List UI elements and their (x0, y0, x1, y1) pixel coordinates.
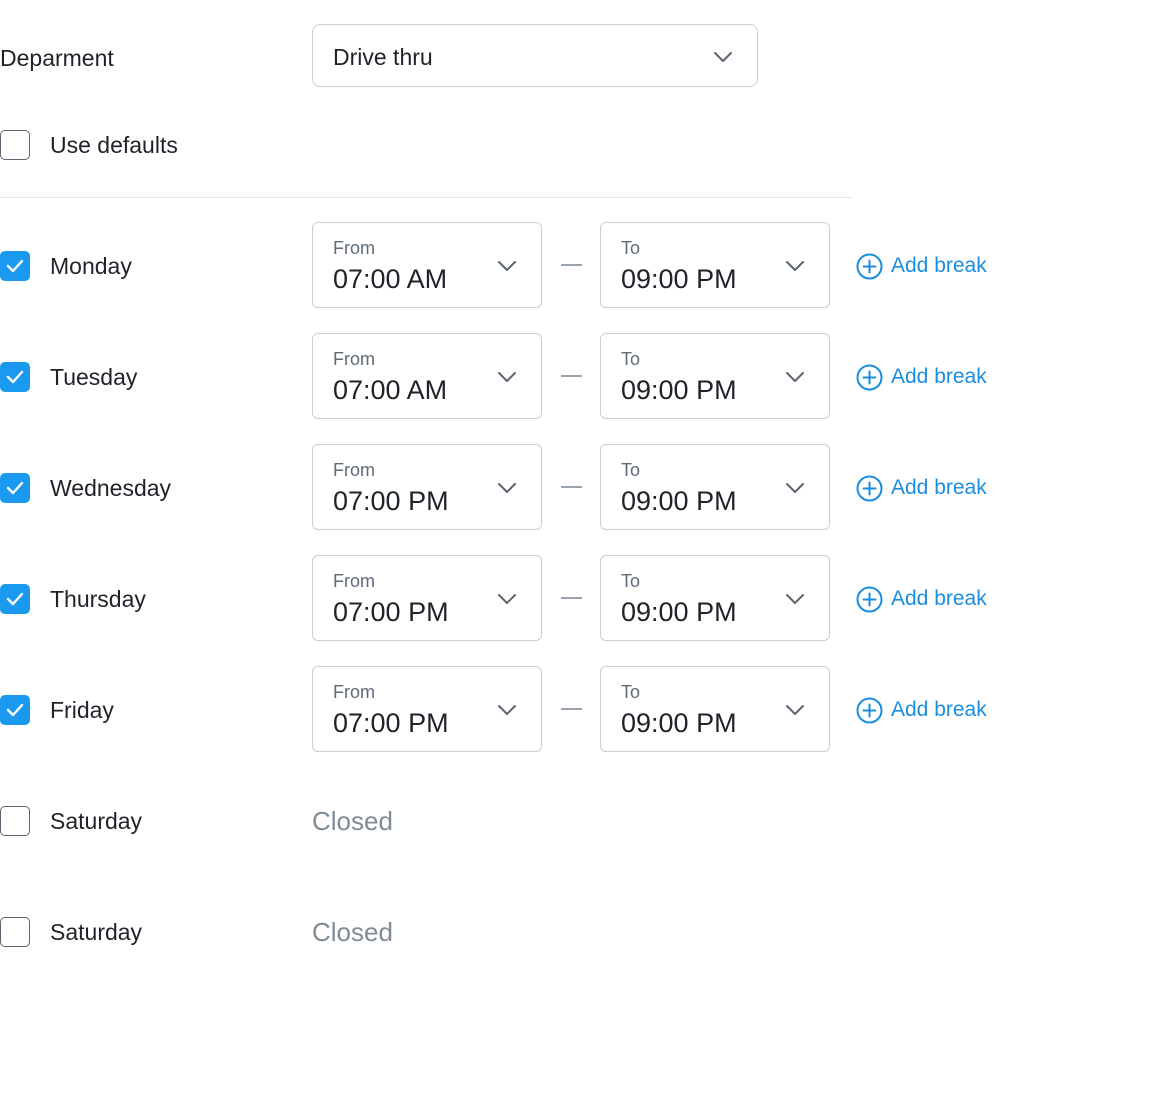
add-break-label: Add break (891, 254, 987, 277)
department-selected-value: Drive thru (333, 44, 433, 70)
checkmark-icon (6, 592, 24, 606)
chevron-down-icon (786, 372, 804, 382)
friday-to-value: 09:00 PM (621, 708, 737, 738)
chevron-down-icon (786, 594, 804, 604)
checkmark-icon (6, 370, 24, 384)
friday-from-select[interactable]: From 07:00 PM (312, 666, 542, 752)
thursday-from-value: 07:00 PM (333, 597, 449, 627)
checkmark-icon (6, 259, 24, 273)
plus-circle-icon (856, 364, 883, 391)
from-caption: From (333, 682, 375, 702)
chevron-down-icon (498, 594, 516, 604)
thursday-to-value: 09:00 PM (621, 597, 737, 627)
department-label: Deparment (0, 45, 114, 71)
chevron-down-icon (498, 261, 516, 271)
tuesday-to-select[interactable]: To 09:00 PM (600, 333, 830, 419)
day-label-saturday: Saturday (50, 808, 143, 834)
day-label-saturday-2: Saturday (50, 919, 143, 945)
from-caption: From (333, 460, 375, 480)
plus-circle-icon (856, 253, 883, 280)
chevron-down-icon (498, 705, 516, 715)
chevron-down-icon (786, 705, 804, 715)
saturday-2-closed-status: Closed (312, 917, 393, 947)
use-defaults-checkbox[interactable] (0, 130, 30, 160)
chevron-down-icon (786, 483, 804, 493)
range-dash (561, 597, 582, 599)
checkmark-icon (6, 703, 24, 717)
saturday-checkbox[interactable] (0, 806, 30, 836)
range-dash (561, 375, 582, 377)
to-caption: To (621, 349, 641, 369)
day-label-friday: Friday (50, 697, 114, 723)
monday-to-select[interactable]: To 09:00 PM (600, 222, 830, 308)
tuesday-from-select[interactable]: From 07:00 AM (312, 333, 542, 419)
wednesday-to-value: 09:00 PM (621, 486, 737, 516)
divider (0, 197, 852, 198)
from-caption: From (333, 238, 375, 258)
range-dash (561, 486, 582, 488)
thursday-to-select[interactable]: To 09:00 PM (600, 555, 830, 641)
monday-from-select[interactable]: From 07:00 AM (312, 222, 542, 308)
add-break-label: Add break (891, 698, 987, 721)
to-caption: To (621, 571, 641, 591)
thursday-checkbox[interactable] (0, 584, 30, 614)
day-label-tuesday: Tuesday (50, 364, 138, 390)
tuesday-to-value: 09:00 PM (621, 375, 737, 405)
day-label-thursday: Thursday (50, 586, 146, 612)
saturday-closed-status: Closed (312, 806, 393, 836)
from-caption: From (333, 349, 375, 369)
to-caption: To (621, 682, 641, 702)
day-label-wednesday: Wednesday (50, 475, 172, 501)
use-defaults-label: Use defaults (50, 132, 178, 158)
tuesday-checkbox[interactable] (0, 362, 30, 392)
chevron-down-icon (498, 483, 516, 493)
to-caption: To (621, 238, 641, 258)
chevron-down-icon (786, 261, 804, 271)
add-break-label: Add break (891, 587, 987, 610)
checkmark-icon (6, 481, 24, 495)
wednesday-to-select[interactable]: To 09:00 PM (600, 444, 830, 530)
plus-circle-icon (856, 697, 883, 724)
to-caption: To (621, 460, 641, 480)
department-select[interactable]: Drive thru (312, 24, 758, 87)
friday-checkbox[interactable] (0, 695, 30, 725)
monday-from-value: 07:00 AM (333, 264, 448, 294)
from-caption: From (333, 571, 375, 591)
add-break-label: Add break (891, 476, 987, 499)
wednesday-from-select[interactable]: From 07:00 PM (312, 444, 542, 530)
plus-circle-icon (856, 475, 883, 502)
saturday-checkbox-2[interactable] (0, 917, 30, 947)
monday-to-value: 09:00 PM (621, 264, 737, 294)
thursday-from-select[interactable]: From 07:00 PM (312, 555, 542, 641)
wednesday-from-value: 07:00 PM (333, 486, 449, 516)
wednesday-checkbox[interactable] (0, 473, 30, 503)
tuesday-from-value: 07:00 AM (333, 375, 448, 405)
chevron-down-icon (498, 372, 516, 382)
monday-checkbox[interactable] (0, 251, 30, 281)
range-dash (561, 264, 582, 266)
day-label-monday: Monday (50, 253, 132, 279)
range-dash (561, 708, 582, 710)
add-break-label: Add break (891, 365, 987, 388)
friday-from-value: 07:00 PM (333, 708, 449, 738)
plus-circle-icon (856, 586, 883, 613)
friday-to-select[interactable]: To 09:00 PM (600, 666, 830, 752)
chevron-down-icon (714, 52, 732, 62)
